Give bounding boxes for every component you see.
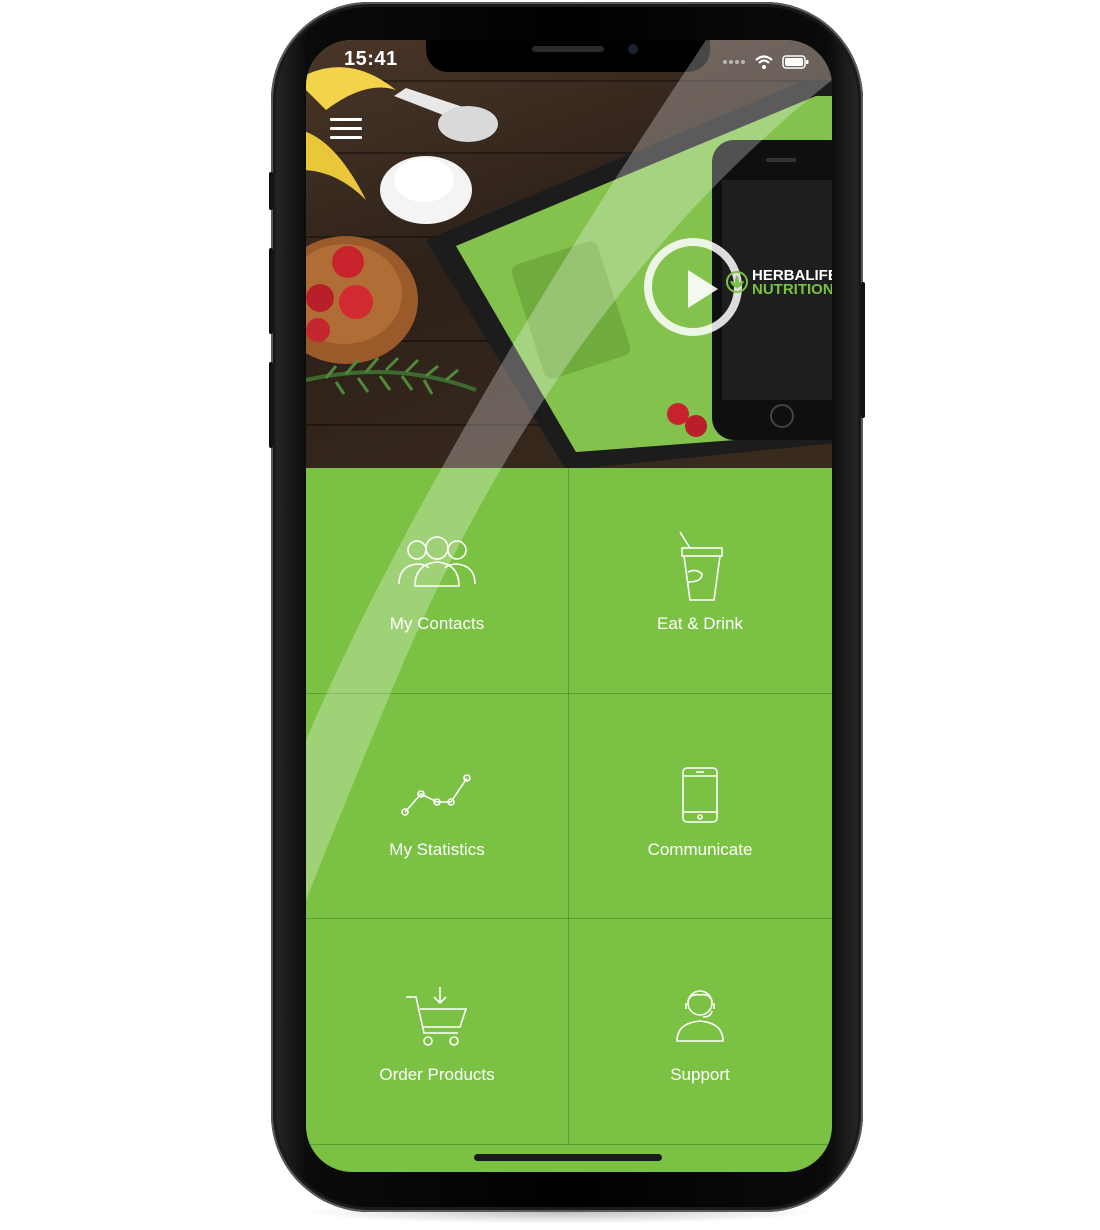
earpiece-speaker xyxy=(532,46,604,52)
volume-up-button xyxy=(269,248,273,334)
statistics-icon xyxy=(401,774,471,816)
hero-illustration xyxy=(306,67,832,468)
cup-icon xyxy=(679,531,723,601)
volume-down-button xyxy=(269,362,273,448)
menu-tile-label: Support xyxy=(670,1065,730,1084)
menu-tile-my-statistics[interactable]: My Statistics xyxy=(306,694,568,919)
status-icons xyxy=(722,54,810,70)
grid-divider-horizontal xyxy=(306,1144,832,1145)
pictured-phone-speaker xyxy=(766,158,796,162)
mute-switch xyxy=(269,172,273,210)
scoop-illustration xyxy=(438,106,498,142)
menu-tile-label: Eat & Drink xyxy=(657,614,743,633)
menu-tile-support[interactable]: Support xyxy=(569,919,831,1144)
menu-tile-label: My Statistics xyxy=(389,840,485,859)
home-indicator[interactable] xyxy=(474,1154,662,1161)
strawberry-illustration xyxy=(685,415,707,437)
menu-tile-label: My Contacts xyxy=(389,614,485,633)
contacts-icon xyxy=(398,536,476,587)
logo-text-line2: NUTRITION xyxy=(752,281,832,298)
menu-tile-my-contacts[interactable]: My Contacts xyxy=(306,468,568,693)
strawberry-illustration xyxy=(306,284,334,312)
menu-tile-eat-drink[interactable]: Eat & Drink xyxy=(569,468,831,693)
battery-icon xyxy=(782,55,809,69)
menu-tile-order-products[interactable]: Order Products xyxy=(306,919,568,1144)
menu-tile-label: Communicate xyxy=(647,840,753,859)
hamburger-menu-icon[interactable] xyxy=(330,118,362,144)
status-bar: 15:41 xyxy=(306,40,832,84)
status-time: 15:41 xyxy=(344,48,398,70)
strawberry-illustration xyxy=(339,285,373,319)
front-camera xyxy=(628,44,638,54)
menu-tile-label: Order Products xyxy=(379,1065,495,1084)
signal-dots-icon xyxy=(723,60,745,64)
powder-pile-illustration xyxy=(394,158,454,202)
menu-grid: My Contacts Eat & Drink My Statistics Co… xyxy=(306,468,832,1172)
hero-banner: HERBALIFE NUTRITION xyxy=(306,40,832,468)
menu-tile-communicate[interactable]: Communicate xyxy=(569,694,831,919)
strawberry-illustration xyxy=(332,246,364,278)
cart-icon xyxy=(406,987,468,1046)
app-screen: HERBALIFE NUTRITION 15:41 My Contacts Ea… xyxy=(306,40,832,1172)
power-button xyxy=(861,282,865,418)
strawberry-illustration xyxy=(306,318,330,342)
phone-icon xyxy=(682,767,718,823)
leaf-logo-icon xyxy=(726,271,748,293)
support-agent-icon xyxy=(676,990,724,1042)
wifi-icon xyxy=(755,55,773,69)
strawberry-illustration xyxy=(667,403,689,425)
notch xyxy=(426,40,710,72)
